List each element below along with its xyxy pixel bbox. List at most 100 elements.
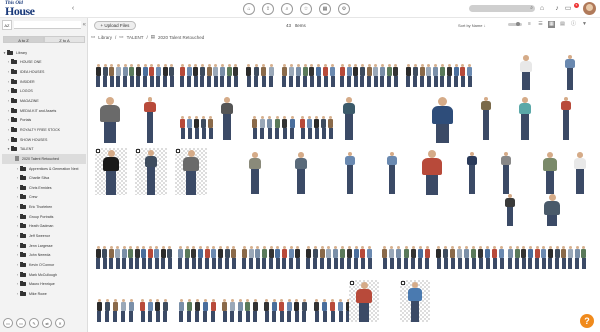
tree-item[interactable]: › John Neeeda — [2, 250, 86, 260]
asset-thumbnail[interactable] — [405, 53, 473, 88]
asset-thumbnail[interactable] — [245, 150, 265, 194]
global-search-input[interactable]: ⌕ — [469, 5, 535, 12]
tree-item[interactable]: › MAGAZINE — [2, 96, 86, 106]
asset-thumbnail[interactable] — [135, 148, 167, 195]
sort-z-to-a-button[interactable]: Z to A — [44, 36, 85, 43]
app-logo[interactable]: This Old House — [3, 1, 73, 18]
asset-thumbnail[interactable] — [343, 150, 357, 194]
share-icon[interactable]: ⇪ — [262, 3, 274, 15]
cart-icon[interactable]: ⌂ — [537, 4, 547, 14]
tree-item[interactable]: › Mauro Henrique — [2, 279, 86, 289]
asset-thumbnail[interactable] — [435, 240, 505, 270]
move-icon[interactable]: ⇄ — [42, 318, 52, 328]
asset-thumbnail[interactable] — [143, 95, 157, 143]
asset-thumbnail[interactable] — [559, 95, 573, 140]
tree-item[interactable]: › Mike Rowe — [2, 289, 86, 299]
delete-icon[interactable]: ✕ — [55, 318, 65, 328]
tree-item[interactable]: › IDEA HOUSES — [2, 67, 86, 77]
sort-a-to-z-button[interactable]: A to Z — [3, 36, 44, 43]
tree-item[interactable]: › MEDIA KIT and Assets — [2, 106, 86, 116]
asset-thumbnail[interactable] — [339, 95, 359, 140]
asset-thumbnail[interactable] — [417, 148, 447, 195]
upload-files-button[interactable]: + Upload Files — [94, 21, 136, 30]
tree-item[interactable]: › INSIDER — [2, 77, 86, 87]
tree-item[interactable]: › Chris Ermides — [2, 183, 86, 193]
asset-thumbnail[interactable] — [95, 148, 127, 195]
sort-az-icon[interactable]: AZ — [2, 20, 12, 30]
tree-item[interactable]: › Kevin O'Connor — [2, 260, 86, 270]
tree-item[interactable]: › SHOW HOUSES — [2, 135, 86, 145]
notification-icon[interactable]: ▭ — [563, 4, 573, 14]
asset-thumbnail[interactable] — [339, 53, 399, 88]
tree-item[interactable]: › Jeff Sweenor — [2, 231, 86, 241]
breadcrumb-talent[interactable]: TALENT — [127, 35, 144, 40]
tree-item[interactable]: › Eric Thorleben — [2, 202, 86, 212]
asset-thumbnail[interactable] — [515, 95, 535, 140]
tree-item[interactable]: › Group Portraits — [2, 212, 86, 222]
asset-thumbnail[interactable] — [139, 285, 169, 323]
breadcrumb-library[interactable]: Library — [98, 35, 112, 40]
asset-thumbnail[interactable] — [177, 240, 237, 270]
tree-item[interactable]: › HOUSE ONE — [2, 58, 86, 68]
edit-icon[interactable]: ✎ — [29, 318, 39, 328]
bell-icon[interactable]: ♪ — [552, 4, 562, 14]
asset-thumbnail[interactable] — [217, 95, 237, 140]
info-icon[interactable]: ⓘ — [570, 21, 577, 28]
compact-grid-icon[interactable]: ▤ — [559, 21, 566, 28]
tree-item[interactable]: › Portals — [2, 115, 86, 125]
asset-thumbnail[interactable] — [539, 192, 565, 226]
folder-icon[interactable]: ▭ — [16, 318, 26, 328]
select-checkbox[interactable] — [96, 149, 100, 153]
tree-item-talent[interactable]: ▾ TALENT — [2, 144, 86, 154]
asset-thumbnail[interactable] — [245, 53, 275, 88]
asset-thumbnail[interactable] — [291, 150, 311, 194]
thumbnail-size-slider[interactable] — [508, 22, 522, 26]
asset-thumbnail[interactable] — [349, 280, 379, 322]
asset-thumbnail[interactable] — [179, 53, 239, 88]
asset-thumbnail[interactable] — [241, 240, 301, 270]
asset-thumbnail[interactable] — [400, 280, 430, 322]
asset-thumbnail[interactable] — [539, 150, 561, 194]
tree-item[interactable]: › LOGOS — [2, 87, 86, 97]
folder-search-input[interactable] — [13, 21, 81, 29]
grid-view-icon[interactable]: ▦ — [548, 21, 555, 28]
bookmark-icon[interactable]: ☆ — [300, 3, 312, 15]
asset-thumbnail[interactable] — [465, 150, 479, 194]
asset-thumbnail[interactable] — [381, 240, 431, 270]
asset-thumbnail[interactable] — [385, 150, 399, 194]
tree-item[interactable]: › ROYALTY FREE STOCK — [2, 125, 86, 135]
asset-thumbnail[interactable] — [263, 285, 308, 323]
asset-thumbnail[interactable] — [563, 53, 577, 90]
tree-item[interactable]: › Charlie Silva — [2, 173, 86, 183]
tree-item-selected[interactable]: 2020 Talent Retouched — [2, 154, 86, 164]
asset-thumbnail[interactable] — [95, 95, 125, 143]
tree-item[interactable]: › Apprentices & Generation Next — [2, 164, 86, 174]
asset-thumbnail[interactable] — [281, 53, 336, 88]
sort-dropdown[interactable]: Sort by Name ↓ — [458, 23, 486, 28]
select-checkbox[interactable] — [136, 149, 140, 153]
settings-icon[interactable]: ⚙ — [338, 3, 350, 15]
user-avatar[interactable] — [583, 2, 596, 15]
asset-thumbnail[interactable] — [305, 240, 373, 270]
asset-thumbnail[interactable] — [179, 100, 214, 140]
asset-thumbnail[interactable] — [569, 150, 591, 194]
new-folder-icon[interactable]: ▭ — [3, 318, 13, 328]
select-checkbox[interactable] — [176, 149, 180, 153]
asset-thumbnail[interactable] — [515, 53, 537, 90]
asset-thumbnail[interactable] — [95, 53, 175, 88]
collapse-sidebar-icon[interactable]: « — [83, 22, 86, 28]
asset-thumbnail[interactable] — [95, 285, 135, 323]
list-view-icon[interactable]: ≡ — [526, 21, 533, 28]
asset-thumbnail[interactable] — [503, 192, 517, 226]
select-checkbox[interactable] — [401, 281, 405, 285]
asset-thumbnail[interactable] — [251, 100, 296, 140]
asset-thumbnail[interactable] — [177, 285, 217, 323]
detail-view-icon[interactable]: ☰ — [537, 21, 544, 28]
asset-thumbnail[interactable] — [507, 240, 587, 270]
asset-thumbnail[interactable] — [175, 148, 207, 195]
asset-thumbnail[interactable] — [95, 240, 173, 270]
tree-item[interactable]: › Mark McCullough — [2, 270, 86, 280]
asset-thumbnail[interactable] — [479, 95, 493, 140]
tree-item-library[interactable]: ▾ Library — [2, 48, 86, 58]
asset-thumbnail[interactable] — [221, 285, 259, 323]
